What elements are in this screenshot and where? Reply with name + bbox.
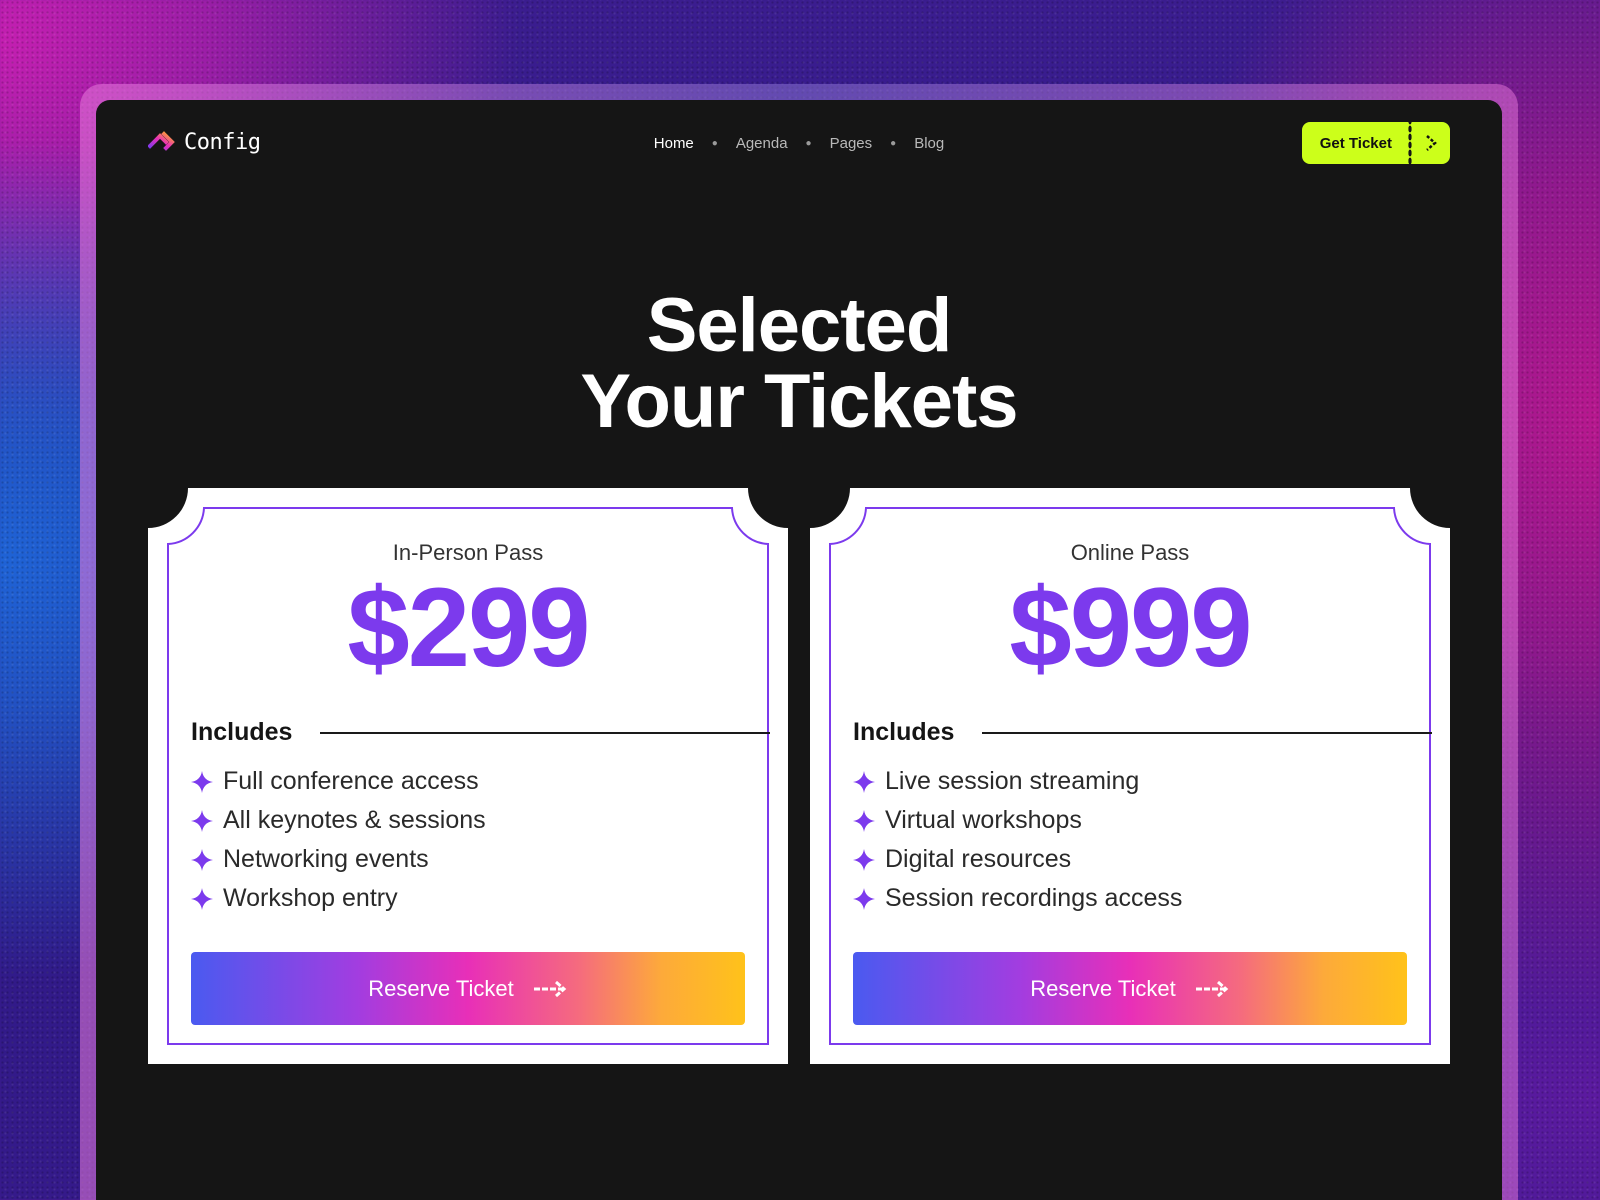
reserve-ticket-button[interactable]: Reserve Ticket — [191, 952, 745, 1025]
list-item: Workshop entry — [191, 879, 486, 918]
nav-item-blog[interactable]: Blog — [914, 135, 944, 152]
nav-separator: ● — [890, 138, 897, 149]
list-item: Virtual workshops — [853, 801, 1182, 840]
ticket-card-online: Online Pass $999 Includes Live session s… — [810, 488, 1450, 1064]
sparkle-icon — [853, 848, 875, 871]
sparkle-icon — [191, 848, 213, 871]
reserve-ticket-label: Reserve Ticket — [368, 975, 514, 1001]
divider — [982, 731, 1432, 734]
sparkle-icon — [191, 887, 213, 910]
includes-header: Includes — [853, 718, 1432, 747]
sparkle-icon — [853, 809, 875, 832]
arrow-right-icon — [1195, 980, 1229, 997]
list-item: All keynotes & sessions — [191, 801, 486, 840]
feature-text: Live session streaming — [885, 767, 1140, 795]
feature-text: All keynotes & sessions — [223, 806, 486, 834]
includes-label: Includes — [191, 718, 293, 746]
page-title-line-1: Selected — [646, 283, 953, 368]
chevron-right-icon — [1412, 122, 1450, 164]
feature-text: Digital resources — [885, 845, 1072, 873]
sparkle-icon — [853, 887, 875, 910]
feature-text: Networking events — [223, 845, 429, 873]
feature-list: Live session streaming Virtual workshops… — [853, 762, 1182, 918]
nav-item-agenda[interactable]: Agenda — [736, 135, 788, 152]
pass-price: $299 — [347, 565, 590, 690]
reserve-ticket-label: Reserve Ticket — [1030, 975, 1176, 1001]
list-item: Live session streaming — [853, 762, 1182, 801]
list-item: Networking events — [191, 840, 486, 879]
page-window: Config Home ● Agenda ● Pages ● Blog Get … — [96, 100, 1502, 1200]
feature-list: Full conference access All keynotes & se… — [191, 762, 486, 918]
feature-text: Full conference access — [223, 767, 479, 795]
nav-separator: ● — [805, 138, 812, 149]
main-nav: Home ● Agenda ● Pages ● Blog — [96, 135, 1502, 152]
nav-separator: ● — [711, 138, 718, 149]
arrow-right-icon — [533, 980, 567, 997]
page-title-line-2: Your Tickets — [580, 359, 1018, 444]
feature-text: Workshop entry — [223, 884, 398, 912]
get-ticket-label: Get Ticket — [1301, 122, 1408, 164]
reserve-ticket-button[interactable]: Reserve Ticket — [853, 952, 1407, 1025]
sparkle-icon — [191, 770, 213, 793]
list-item: Digital resources — [853, 840, 1182, 879]
decorative-corner — [96, 1196, 156, 1200]
includes-label: Includes — [853, 718, 955, 746]
feature-text: Session recordings access — [885, 884, 1183, 912]
list-item: Session recordings access — [853, 879, 1182, 918]
includes-header: Includes — [191, 718, 770, 747]
list-item: Full conference access — [191, 762, 486, 801]
pass-name: In-Person Pass — [392, 540, 544, 565]
pass-price: $999 — [1009, 565, 1252, 690]
sparkle-icon — [853, 770, 875, 793]
divider — [320, 731, 770, 734]
page-title: Selected Your Tickets — [96, 288, 1502, 440]
sparkle-icon — [191, 809, 213, 832]
feature-text: Virtual workshops — [885, 806, 1082, 834]
pass-name: Online Pass — [1070, 540, 1190, 565]
nav-item-home[interactable]: Home — [654, 135, 694, 152]
ticket-card-in-person: In-Person Pass $299 Includes Full confer… — [148, 488, 788, 1064]
nav-item-pages[interactable]: Pages — [830, 135, 873, 152]
get-ticket-button[interactable]: Get Ticket — [1301, 122, 1450, 164]
